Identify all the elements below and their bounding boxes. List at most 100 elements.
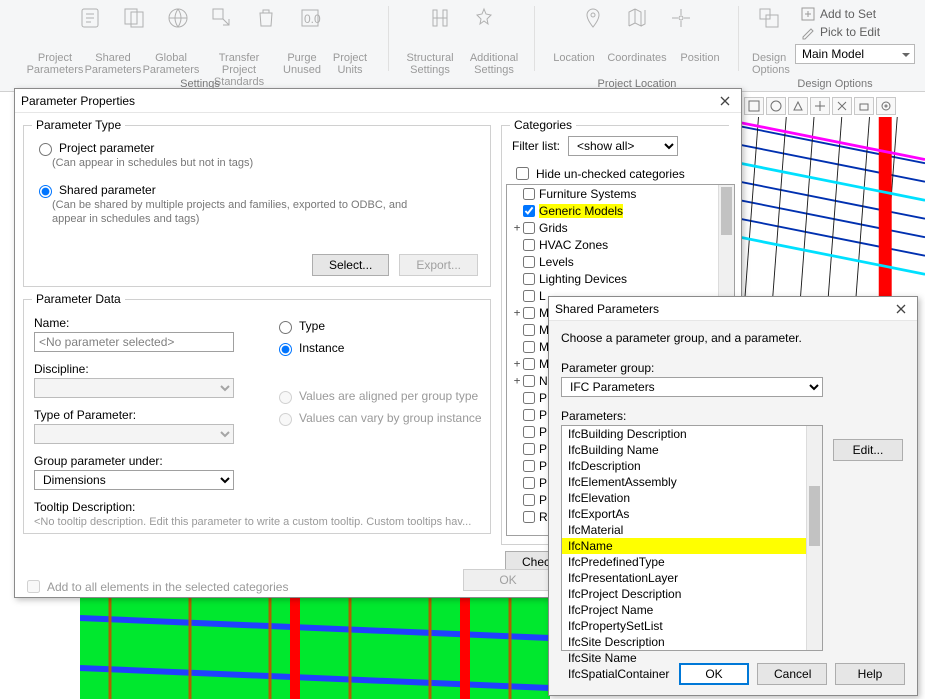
- ok-button[interactable]: OK: [679, 663, 749, 685]
- parameter-item[interactable]: IfcMaterial: [562, 522, 822, 538]
- parameter-item[interactable]: IfcPropertySetList: [562, 618, 822, 634]
- ribbon-btn-purge-unused[interactable]: [249, 6, 283, 50]
- tree-expander[interactable]: +: [511, 306, 523, 319]
- qat-btn[interactable]: [810, 97, 830, 115]
- category-checkbox[interactable]: [523, 358, 535, 370]
- scrollbar-thumb[interactable]: [809, 486, 820, 546]
- rb-small-lbl: Pick to Edit: [820, 25, 880, 39]
- view-toolbar: [740, 95, 925, 117]
- category-checkbox[interactable]: [523, 477, 535, 489]
- parameter-item[interactable]: IfcElevation: [562, 490, 822, 506]
- category-checkbox[interactable]: [523, 341, 535, 353]
- category-row[interactable]: Levels: [507, 253, 734, 270]
- category-checkbox[interactable]: [523, 494, 535, 506]
- ribbon-btn-project-units[interactable]: 0.0: [293, 6, 327, 50]
- model-viewport[interactable]: [740, 117, 925, 317]
- ribbon-btn-transfer-standards[interactable]: [205, 6, 239, 50]
- parameter-item[interactable]: IfcDescription: [562, 458, 822, 474]
- category-checkbox[interactable]: [523, 222, 535, 234]
- qat-btn[interactable]: [766, 97, 786, 115]
- hide-unchecked-checkbox[interactable]: [516, 167, 529, 180]
- category-row[interactable]: Furniture Systems: [507, 185, 734, 202]
- category-checkbox[interactable]: [523, 460, 535, 472]
- category-label: N: [539, 374, 548, 388]
- close-button[interactable]: [891, 300, 911, 318]
- close-button[interactable]: [715, 92, 735, 110]
- category-checkbox[interactable]: [523, 426, 535, 438]
- category-checkbox[interactable]: [523, 188, 535, 200]
- group-under-select[interactable]: Dimensions: [34, 470, 234, 490]
- tree-expander[interactable]: +: [511, 357, 523, 370]
- param-group-select[interactable]: IFC Parameters: [561, 377, 823, 397]
- type-radio[interactable]: [279, 321, 292, 334]
- ribbon-btn-location[interactable]: [576, 6, 610, 50]
- category-checkbox[interactable]: [523, 511, 535, 523]
- ribbon-btn-additional-settings[interactable]: [467, 6, 501, 50]
- ribbon-btn-shared-parameters[interactable]: [117, 6, 151, 50]
- tooltip-desc-hint: <No tooltip description. Edit this param…: [34, 516, 480, 528]
- parameter-item[interactable]: IfcExportAs: [562, 506, 822, 522]
- category-checkbox[interactable]: [523, 256, 535, 268]
- values-aligned-radio: [279, 391, 292, 404]
- select-button[interactable]: Select...: [312, 254, 389, 276]
- parameter-item[interactable]: IfcPredefinedType: [562, 554, 822, 570]
- scrollbar[interactable]: [806, 426, 822, 650]
- qat-btn[interactable]: [876, 97, 896, 115]
- qat-btn[interactable]: [788, 97, 808, 115]
- ribbon-btn-add-to-set[interactable]: Add to Set: [800, 6, 876, 22]
- parameter-item[interactable]: IfcBuilding Description: [562, 426, 822, 442]
- parameter-item[interactable]: IfcProject Name: [562, 602, 822, 618]
- shared-parameter-radio[interactable]: [39, 185, 52, 198]
- ribbon-btn-structural-settings[interactable]: [423, 6, 457, 50]
- category-checkbox[interactable]: [523, 307, 535, 319]
- parameters-listbox[interactable]: IfcBuilding DescriptionIfcBuilding NameI…: [561, 425, 823, 651]
- category-label: P: [539, 425, 547, 439]
- category-row[interactable]: HVAC Zones: [507, 236, 734, 253]
- instance-radio[interactable]: [279, 343, 292, 356]
- qat-btn[interactable]: [832, 97, 852, 115]
- ribbon-btn-design-options[interactable]: [752, 6, 786, 50]
- project-parameter-radio[interactable]: [39, 143, 52, 156]
- category-checkbox[interactable]: [523, 392, 535, 404]
- category-checkbox[interactable]: [523, 290, 535, 302]
- qat-btn[interactable]: [744, 97, 764, 115]
- ribbon-btn-coordinates[interactable]: [620, 6, 654, 50]
- category-checkbox[interactable]: [523, 443, 535, 455]
- category-label: Grids: [539, 221, 568, 235]
- tree-expander[interactable]: +: [511, 221, 523, 234]
- rb-lbl: Coordinates: [604, 50, 670, 64]
- filter-list-select[interactable]: <show all>: [568, 136, 678, 156]
- category-row[interactable]: Generic Models: [507, 202, 734, 219]
- ribbon-btn-project-parameters[interactable]: [73, 6, 107, 50]
- parameter-item[interactable]: IfcProject Description: [562, 586, 822, 602]
- ribbon-btn-pick-to-edit[interactable]: Pick to Edit: [800, 24, 880, 40]
- category-row[interactable]: + Grids: [507, 219, 734, 236]
- parameter-item[interactable]: IfcName: [562, 538, 822, 554]
- values-vary-radio: [279, 413, 292, 426]
- tree-expander[interactable]: +: [511, 374, 523, 387]
- parameter-item[interactable]: IfcElementAssembly: [562, 474, 822, 490]
- parameter-item[interactable]: IfcSite Description: [562, 634, 822, 650]
- parameter-item[interactable]: IfcPresentationLayer: [562, 570, 822, 586]
- parameter-item[interactable]: IfcBuilding Name: [562, 442, 822, 458]
- help-button[interactable]: Help: [835, 663, 905, 685]
- ribbon-btn-position[interactable]: [664, 6, 698, 50]
- main-model-dropdown[interactable]: Main Model: [795, 44, 915, 64]
- group-legend: Parameter Type: [32, 118, 125, 132]
- cancel-button[interactable]: Cancel: [757, 663, 827, 685]
- category-checkbox[interactable]: [523, 375, 535, 387]
- category-checkbox[interactable]: [523, 239, 535, 251]
- category-checkbox[interactable]: [523, 409, 535, 421]
- category-checkbox[interactable]: [523, 205, 535, 217]
- edit-button[interactable]: Edit...: [833, 439, 903, 461]
- category-label: Furniture Systems: [539, 187, 636, 201]
- name-field[interactable]: [34, 332, 234, 352]
- model-viewport-lower[interactable]: [80, 598, 550, 699]
- ribbon-btn-global-parameters[interactable]: [161, 6, 195, 50]
- intro-text: Choose a parameter group, and a paramete…: [561, 331, 905, 345]
- category-row[interactable]: Lighting Devices: [507, 270, 734, 287]
- qat-btn[interactable]: [854, 97, 874, 115]
- category-checkbox[interactable]: [523, 273, 535, 285]
- scrollbar-thumb[interactable]: [721, 187, 732, 235]
- category-checkbox[interactable]: [523, 324, 535, 336]
